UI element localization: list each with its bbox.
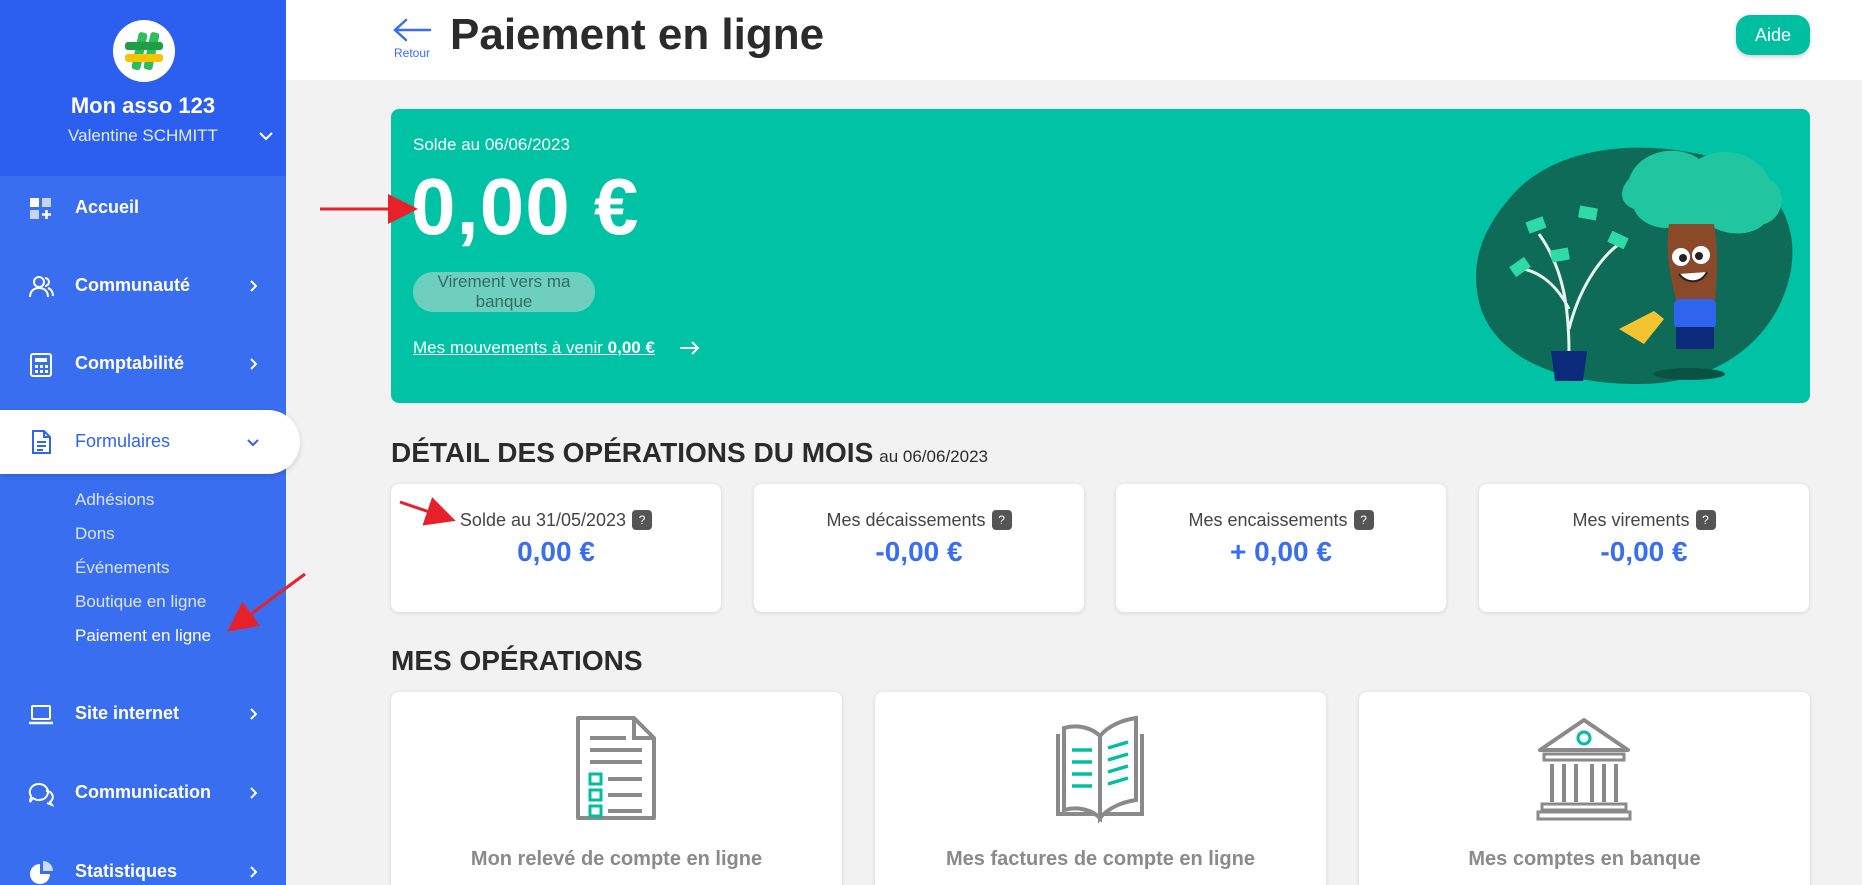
stat-label-text: Mes décaissements <box>826 510 986 530</box>
stat-value: -0,00 € <box>875 536 963 567</box>
sidebar-item-label: Formulaires <box>75 431 171 451</box>
back-label: Retour <box>393 46 431 60</box>
month-details-date: au 06/06/2023 <box>879 447 988 466</box>
help-icon[interactable]: ? <box>1353 510 1374 530</box>
stat-label: Solde au 31/05/2023? <box>391 510 721 531</box>
stat-label: Mes décaissements? <box>754 510 1084 531</box>
stat-value: + 0,00 € <box>1230 536 1332 567</box>
upcoming-amount: 0,00 € <box>607 338 655 357</box>
month-details-heading: DÉTAIL DES OPÉRATIONS DU MOIS <box>391 437 874 468</box>
op-label: Mes factures de compte en ligne <box>946 848 1255 870</box>
org-logo-icon <box>125 32 163 71</box>
help-icon[interactable]: ? <box>632 510 653 530</box>
page-title: Paiement en ligne <box>450 10 825 59</box>
stat-label: Mes encaissements? <box>1116 510 1446 531</box>
operations-title: MES OPÉRATIONS <box>391 645 643 676</box>
stat-value: 0,00 € <box>517 536 595 567</box>
chevron-right-icon <box>250 787 258 799</box>
sidebar-item-site-internet[interactable]: Site internet <box>0 686 286 742</box>
statement-icon <box>576 716 656 820</box>
sidebar-item-statistiques[interactable]: Statistiques <box>0 844 286 885</box>
sidebar-subitem-boutique[interactable]: Boutique en ligne <box>75 592 206 612</box>
user-name[interactable]: Valentine SCHMITT <box>0 126 286 146</box>
dashboard-icon <box>30 198 51 219</box>
stat-card-disbursements: Mes décaissements? -0,00 € <box>754 484 1084 612</box>
balance-card: Solde au 06/06/2023 0,00 € Virement vers… <box>391 109 1810 403</box>
help-button[interactable]: Aide <box>1736 15 1810 55</box>
sidebar-item-communication[interactable]: Communication <box>0 765 286 821</box>
chevron-down-icon <box>247 439 259 447</box>
back-button[interactable]: Retour <box>390 16 434 62</box>
sidebar-item-label: Comptabilité <box>75 353 185 373</box>
help-icon[interactable]: ? <box>1695 510 1716 530</box>
sidebar-item-label: Statistiques <box>75 861 178 881</box>
stat-label-text: Mes encaissements <box>1188 510 1348 530</box>
upcoming-movements-link[interactable]: Mes mouvements à venir 0,00 € <box>413 338 655 358</box>
sidebar-subitem-dons[interactable]: Dons <box>75 524 115 544</box>
tree-mascot-illustration <box>1476 147 1793 384</box>
chevron-right-icon <box>250 358 258 370</box>
open-book-icon <box>1056 715 1144 824</box>
sidebar: Mon asso 123 Valentine SCHMITT Accueil C… <box>0 0 300 885</box>
sidebar-item-comptabilite[interactable]: Comptabilité <box>0 336 286 392</box>
sidebar-item-label: Communauté <box>75 275 191 295</box>
stat-card-previous-balance: Solde au 31/05/2023? 0,00 € <box>391 484 721 612</box>
stat-label-text: Mes virements <box>1572 510 1690 530</box>
sidebar-subitem-evenements[interactable]: Événements <box>75 558 170 578</box>
op-card-invoices[interactable]: Mes factures de compte en ligne <box>875 692 1326 885</box>
op-card-bank-accounts[interactable]: Mes comptes en banque <box>1359 692 1810 885</box>
calculator-icon <box>30 353 52 377</box>
op-label: Mes comptes en banque <box>1468 848 1701 870</box>
chevron-right-icon <box>250 280 258 292</box>
stat-label-text: Solde au 31/05/2023 <box>459 510 627 530</box>
document-icon <box>32 430 51 454</box>
sidebar-subitem-paiement[interactable]: Paiement en ligne <box>75 626 211 646</box>
sidebar-item-label: Communication <box>75 782 212 802</box>
laptop-icon <box>29 705 53 725</box>
arrow-left-icon <box>393 18 432 42</box>
sidebar-item-formulaires[interactable]: Formulaires <box>0 410 300 474</box>
chevron-right-icon <box>250 866 258 878</box>
chevron-down-icon[interactable] <box>258 128 274 144</box>
op-card-statement[interactable]: Mon relevé de compte en ligne <box>391 692 842 885</box>
balance-date: Solde au 06/06/2023 <box>413 135 570 154</box>
stat-card-receipts: Mes encaissements? + 0,00 € <box>1116 484 1446 612</box>
community-icon <box>29 276 54 298</box>
balance-amount: 0,00 € <box>411 162 640 251</box>
org-logo[interactable] <box>113 20 175 82</box>
sidebar-item-communaute[interactable]: Communauté <box>0 258 286 314</box>
stat-card-transfers: Mes virements? -0,00 € <box>1479 484 1809 612</box>
bank-icon <box>1536 718 1632 821</box>
help-icon[interactable]: ? <box>991 510 1012 530</box>
top-bar: Retour Paiement en ligne Aide <box>286 0 1862 80</box>
org-name: Mon asso 123 <box>70 93 216 118</box>
stat-label: Mes virements? <box>1479 510 1809 531</box>
sidebar-header: Mon asso 123 Valentine SCHMITT <box>0 0 286 176</box>
sidebar-subitem-adhesions[interactable]: Adhésions <box>75 490 154 510</box>
upcoming-label: Mes mouvements à venir <box>413 338 603 357</box>
op-label: Mon relevé de compte en ligne <box>470 848 763 870</box>
month-details-title: DÉTAIL DES OPÉRATIONS DU MOIS au 06/06/20… <box>391 437 988 469</box>
transfer-to-bank-button[interactable]: Virement vers ma banque <box>413 272 595 312</box>
sidebar-item-accueil[interactable]: Accueil <box>0 180 286 236</box>
stat-value: -0,00 € <box>1600 536 1688 567</box>
chat-icon <box>28 782 54 807</box>
arrow-right-icon[interactable] <box>679 340 701 356</box>
sidebar-item-label: Site internet <box>75 703 180 723</box>
chevron-right-icon <box>250 708 258 720</box>
pie-chart-icon <box>30 861 53 884</box>
sidebar-item-label: Accueil <box>75 197 140 217</box>
